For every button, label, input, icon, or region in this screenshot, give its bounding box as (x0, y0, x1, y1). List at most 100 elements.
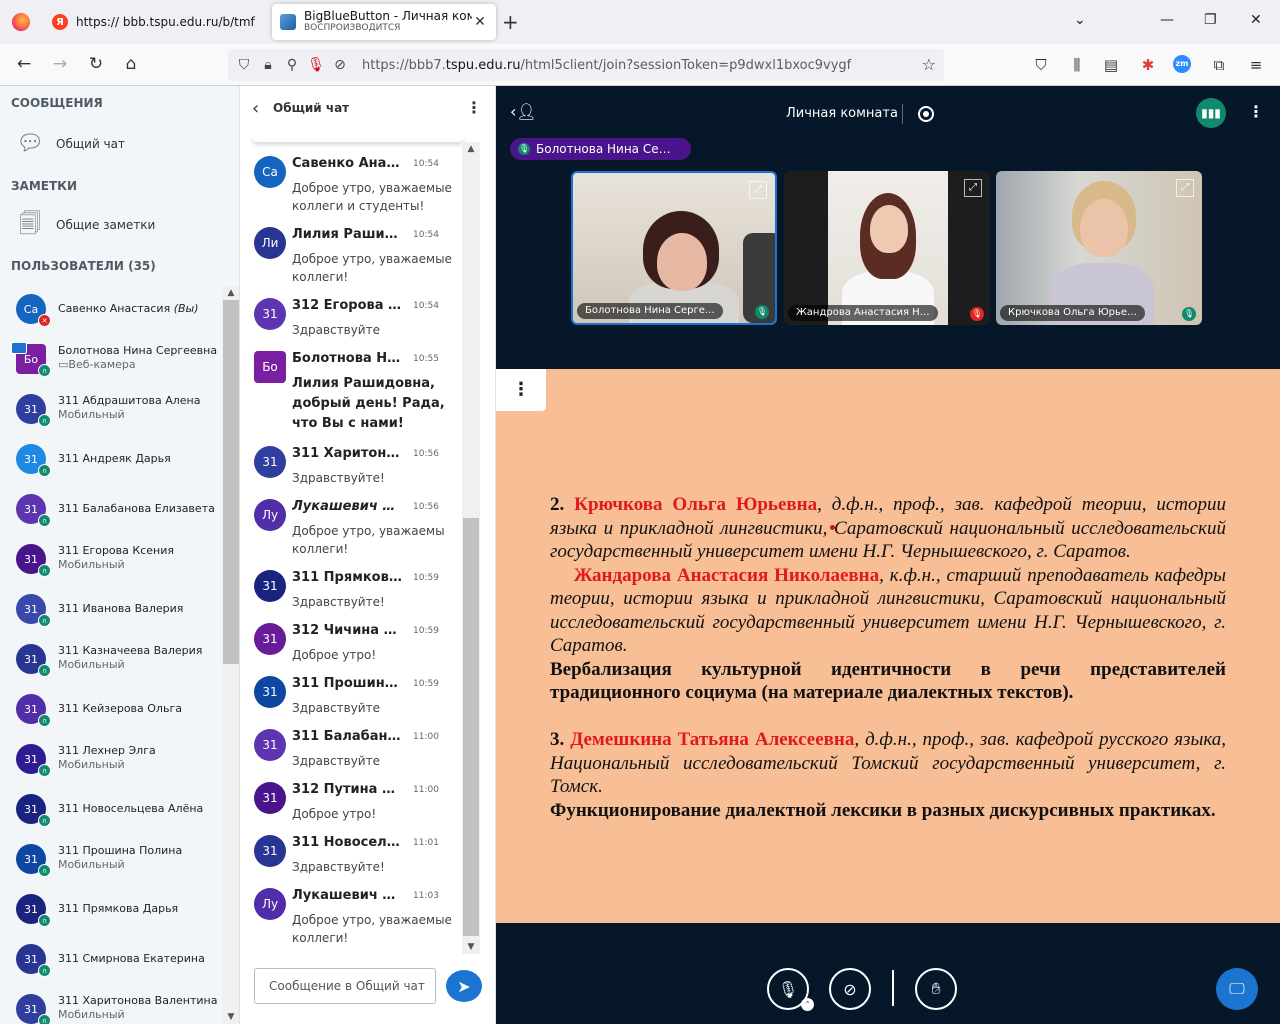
user-list-item[interactable]: 31 ∩ 311 Казначеева Валерия Мобильный (0, 636, 222, 686)
chat-scrollbar[interactable]: ▲ ▼ (462, 142, 480, 954)
back-icon[interactable]: ← (13, 54, 35, 74)
headphones-icon: ∩ (38, 664, 51, 677)
public-chat-panel: ‹ Общий чат ⋮ Са Савенко Анас… 10:54 Доброе… (240, 86, 496, 1024)
share-webcam-button[interactable]: ⊘ (829, 968, 871, 1010)
message-text: Здравствуйте (292, 323, 380, 337)
shared-notes-link[interactable]: 🗐︎ Общие заметки (16, 211, 155, 239)
video-tile[interactable]: ⤢ Крючкова Ольга Юрье… 🎙︎ (996, 171, 1202, 325)
talking-indicator[interactable]: 🎙︎ Болотнова Нина Се… (510, 138, 691, 160)
user-name: 311 Прошина Полина (58, 844, 182, 857)
user-list-item[interactable]: 31 ∩ 311 Прямкова Дарья (0, 886, 222, 936)
minimize-icon[interactable]: — (1160, 12, 1174, 28)
scroll-up-arrow-icon[interactable]: ▲ (462, 144, 480, 154)
user-list-item[interactable]: 31 ∩ 311 Лехнер Элга Мобильный (0, 736, 222, 786)
message-text: Здравствуйте (292, 754, 380, 768)
person-face (1080, 199, 1128, 257)
forward-icon[interactable]: → (49, 54, 71, 74)
chat-options-icon[interactable]: ⋮ (466, 98, 482, 117)
scroll-up-arrow-icon[interactable]: ▲ (222, 288, 239, 298)
chat-header: ‹ Общий чат ⋮ (240, 86, 495, 130)
hand-icon: ✋︎ (931, 979, 941, 998)
zoom-extension-button[interactable]: zm (1173, 55, 1195, 73)
bookmark-star-icon[interactable]: ☆ (922, 55, 936, 74)
send-message-button[interactable]: ➤ (446, 970, 482, 1002)
video-user-name[interactable]: Жандрова Анастасия Н… (788, 305, 938, 321)
scroll-down-arrow-icon[interactable]: ▼ (462, 942, 480, 952)
public-chat-link[interactable]: 💬︎ Общий чат (16, 130, 125, 158)
scroll-down-arrow-icon[interactable]: ▼ (222, 1012, 239, 1022)
reader-view-icon[interactable]: ▤ (1100, 56, 1122, 74)
home-icon[interactable]: ⌂ (120, 54, 142, 74)
reload-icon[interactable]: ↻ (85, 54, 107, 74)
extension-star-icon[interactable]: ✱ (1137, 56, 1159, 74)
recording-indicator-icon[interactable] (918, 106, 934, 122)
video-tile[interactable]: ⤢ Жандрова Анастасия Н… 🎙︎ (784, 171, 990, 325)
tab-bigbluebutton[interactable]: BigBlueButton - Личная комна ВОСПРОИЗВОД… (272, 4, 496, 40)
chat-title[interactable]: Общий чат (273, 101, 349, 115)
url-bar[interactable]: ⛉ 🔒︎ ⚲ 🎙︎ ⊘ https://bbb7.tspu.edu.ru/htm… (228, 49, 944, 81)
chevron-left-icon[interactable]: ‹ (252, 98, 259, 119)
lock-icon[interactable]: 🔒︎ (256, 57, 280, 73)
firefox-menu-button[interactable] (0, 6, 42, 38)
message-author: Лукашевич Ел… (292, 888, 404, 903)
message-time: 10:59 (413, 573, 439, 583)
user-list-item[interactable]: 31 ∩ 311 Балабанова Елизавета (0, 486, 222, 536)
user-list-item[interactable]: 31 ∩ 311 Андреяк Дарья (0, 436, 222, 486)
presentation-slide[interactable]: ⋮ 2. Крючкова Ольга Юрьевна, д.ф.н., про… (496, 369, 1280, 923)
user-list-item[interactable]: 31 ∩ 311 Харитонова Валентина Мобильный (0, 986, 222, 1024)
chat-message-input[interactable]: Сообщение в Общий чат (254, 968, 436, 1004)
shield-icon[interactable]: ⛉ (232, 57, 256, 73)
close-tab-icon[interactable]: ✕ (472, 14, 488, 30)
avatar: Лу (254, 499, 286, 531)
expand-icon[interactable]: ⤢ (749, 181, 767, 199)
camera-permission-icon[interactable]: ⊘ (328, 57, 352, 73)
pocket-icon[interactable]: ⛉ (1030, 56, 1052, 74)
video-user-name[interactable]: Болотнова Нина Серге… (577, 303, 723, 319)
video-user-name[interactable]: Крючкова Ольга Юрье… (1000, 305, 1146, 321)
message-time: 10:56 (413, 502, 439, 512)
app-menu-icon[interactable]: ≡ (1245, 56, 1267, 74)
user-name-text: 311 Иванова Валерия (58, 602, 184, 615)
chevron-up-icon[interactable]: ⌃ (801, 998, 814, 1011)
user-list-item[interactable]: 31 ∩ 311 Абдрашитова Алена Мобильный (0, 386, 222, 436)
tab-yandex[interactable]: Я https:// bbb.tspu.edu.ru/b/tmf (44, 4, 270, 40)
user-name-text: 311 Прямкова Дарья (58, 902, 179, 915)
mute-microphone-button[interactable]: 🎙︎ ⌃ (767, 968, 814, 1011)
user-list-item[interactable]: Са ✕ Савенко Анастасия (Вы) (0, 286, 222, 336)
user-name-text: 311 Абдрашитова Алена (58, 394, 201, 407)
maximize-icon[interactable]: ❐ (1204, 12, 1217, 28)
user-list-item[interactable]: 31 ∩ 311 Иванова Валерия (0, 586, 222, 636)
extensions-icon[interactable]: ⧉ (1208, 56, 1230, 74)
tab-list-icon[interactable]: ⌄ (1074, 12, 1086, 28)
microphone-permission-icon[interactable]: 🎙︎ (304, 57, 328, 73)
url-text[interactable]: https://bbb7.tspu.edu.ru/html5client/joi… (362, 58, 851, 73)
expand-icon[interactable]: ⤢ (1176, 179, 1194, 197)
user-list-item[interactable]: 31 ∩ 311 Прошина Полина Мобильный (0, 836, 222, 886)
user-name-text: 311 Балабанова Елизавета (58, 502, 215, 515)
user-list-item[interactable]: Бо ∩ Болотнова Нина Сергеевна ▭Веб-камера (0, 336, 222, 386)
presentation-options-icon[interactable]: ⋮ (496, 369, 546, 411)
user-list-item[interactable]: 31 ∩ 311 Смирнова Екатерина (0, 936, 222, 986)
user-list-item[interactable]: 31 ∩ 311 Новосельцева Алёна (0, 786, 222, 836)
library-icon[interactable]: ⫼ (1066, 56, 1088, 74)
options-menu-icon[interactable]: ⋮ (1248, 102, 1264, 121)
raise-hand-button[interactable]: ✋︎ (915, 968, 957, 1010)
microphone-icon: 🎙︎ (518, 143, 530, 155)
toggle-user-list-icon[interactable]: ‹👤︎ (510, 102, 537, 121)
video-tile[interactable]: ⤢ Болотнова Нина Серге… 🎙︎ (571, 171, 777, 325)
permissions-icon[interactable]: ⚲ (280, 57, 304, 73)
firefox-icon (12, 13, 30, 31)
new-tab-button[interactable]: + (502, 10, 519, 34)
user-list-item[interactable]: 31 ∩ 311 Кейзерова Ольга (0, 686, 222, 736)
user-list-item[interactable]: 31 ∩ 311 Егорова Ксения Мобильный (0, 536, 222, 586)
user-list-scrollbar[interactable]: ▲ ▼ (222, 286, 239, 1024)
talking-indicator-name: Болотнова Нина Се… (536, 142, 671, 156)
headphones-icon: ∩ (38, 764, 51, 777)
expand-icon[interactable]: ⤢ (964, 179, 982, 197)
user-device-label: Мобильный (58, 408, 125, 421)
connection-status-icon[interactable]: ▮▮▮ (1196, 98, 1226, 128)
scroll-thumb[interactable] (463, 518, 479, 936)
close-window-icon[interactable]: ✕ (1250, 12, 1262, 28)
scroll-thumb[interactable] (223, 300, 239, 664)
restore-presentation-button[interactable]: 🖵︎ (1216, 968, 1258, 1010)
